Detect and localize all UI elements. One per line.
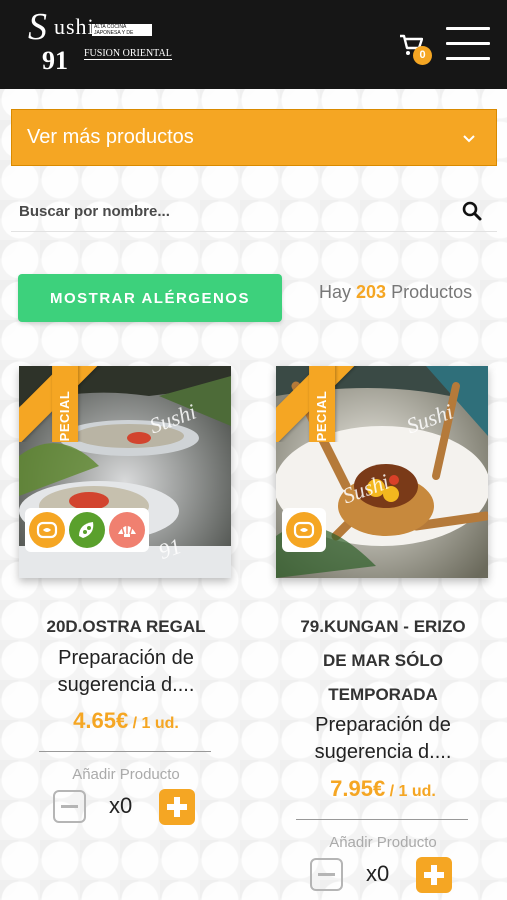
product-title: 20D.OSTRA REGAL bbox=[46, 617, 206, 636]
price-amount: 7.95€ bbox=[330, 776, 386, 801]
menu-icon bbox=[446, 27, 490, 30]
fish-icon bbox=[29, 512, 65, 548]
cart-button[interactable]: 0 bbox=[399, 34, 433, 66]
more-products-dropdown[interactable]: Ver más productos bbox=[11, 109, 497, 166]
search-bar bbox=[11, 190, 497, 232]
sushi91-logo[interactable]: S ushi 91 ALTA COCINA JAPONESA Y DE FUSI… bbox=[26, 6, 172, 78]
product-description: Preparación de sugerencia d.... bbox=[57, 647, 195, 696]
cart-count-badge: 0 bbox=[413, 46, 432, 65]
product-card[interactable]: Sushi 91 ☆ ESPECIAL 20D.OSTRA REGAL Prep… bbox=[19, 366, 233, 846]
product-count-value: 203 bbox=[356, 282, 387, 302]
more-products-label: Ver más productos bbox=[27, 126, 194, 148]
allergen-icons bbox=[25, 508, 149, 552]
product-count-prefix: Hay bbox=[319, 282, 352, 302]
product-description: Preparación de sugerencia d.... bbox=[314, 714, 452, 763]
product-price: 4.65€ / 1 ud. bbox=[19, 708, 233, 734]
product-price: 7.95€ / 1 ud. bbox=[276, 776, 490, 802]
search-input[interactable] bbox=[19, 198, 449, 224]
increase-quantity-button[interactable] bbox=[416, 857, 452, 893]
logo-word-ushi: ushi bbox=[54, 14, 95, 39]
special-ribbon: ☆ ESPECIAL bbox=[19, 366, 105, 442]
decrease-quantity-button[interactable] bbox=[53, 790, 86, 823]
menu-button[interactable] bbox=[446, 27, 490, 61]
add-product-label: Añadir Producto bbox=[329, 834, 437, 851]
chevron-down-icon bbox=[463, 135, 475, 143]
logo-letter-s: S bbox=[28, 6, 47, 48]
product-count-suffix: Productos bbox=[391, 282, 473, 302]
quantity-stepper: x0 bbox=[310, 857, 460, 893]
decrease-quantity-button[interactable] bbox=[310, 858, 343, 891]
price-unit: / 1 ud. bbox=[389, 783, 436, 800]
show-allergens-button[interactable]: MOSTRAR ALÉRGENOS bbox=[18, 274, 282, 322]
product-image[interactable]: Sushi Sushi ☆ ESPECIAL bbox=[276, 366, 488, 578]
divider bbox=[39, 751, 211, 752]
quantity-stepper: x0 bbox=[53, 789, 203, 825]
search-icon[interactable] bbox=[461, 200, 483, 222]
special-ribbon-label: ☆ ESPECIAL bbox=[19, 366, 105, 442]
quantity-value: x0 bbox=[109, 793, 133, 818]
product-image[interactable]: Sushi 91 ☆ ESPECIAL bbox=[19, 366, 231, 578]
logo-number: 91 bbox=[42, 46, 68, 75]
quantity-value: x0 bbox=[366, 861, 390, 886]
price-unit: / 1 ud. bbox=[132, 715, 179, 732]
increase-quantity-button[interactable] bbox=[159, 789, 195, 825]
price-amount: 4.65€ bbox=[73, 708, 129, 733]
divider bbox=[296, 819, 468, 820]
special-ribbon-label: ☆ ESPECIAL bbox=[276, 366, 362, 442]
top-bar: S ushi 91 ALTA COCINA JAPONESA Y DE FUSI… bbox=[0, 0, 507, 89]
logo-tagline: ALTA COCINA JAPONESA Y DE FUSION bbox=[92, 24, 152, 36]
product-card[interactable]: Sushi Sushi ☆ ESPECIAL 79.KUNGAN - ERIZO… bbox=[276, 366, 490, 896]
soy-icon bbox=[69, 512, 105, 548]
add-product-label: Añadir Producto bbox=[72, 766, 180, 783]
logo-fusion-text: FUSION ORIENTAL bbox=[84, 48, 172, 60]
shellfish-icon bbox=[109, 512, 145, 548]
product-count: Hay 203 Productos bbox=[319, 282, 472, 303]
allergen-icons bbox=[282, 508, 326, 552]
product-title: 79.KUNGAN - ERIZO DE MAR SÓLO TEMPORADA bbox=[300, 617, 466, 704]
special-ribbon: ☆ ESPECIAL bbox=[276, 366, 362, 442]
fish-icon bbox=[286, 512, 322, 548]
